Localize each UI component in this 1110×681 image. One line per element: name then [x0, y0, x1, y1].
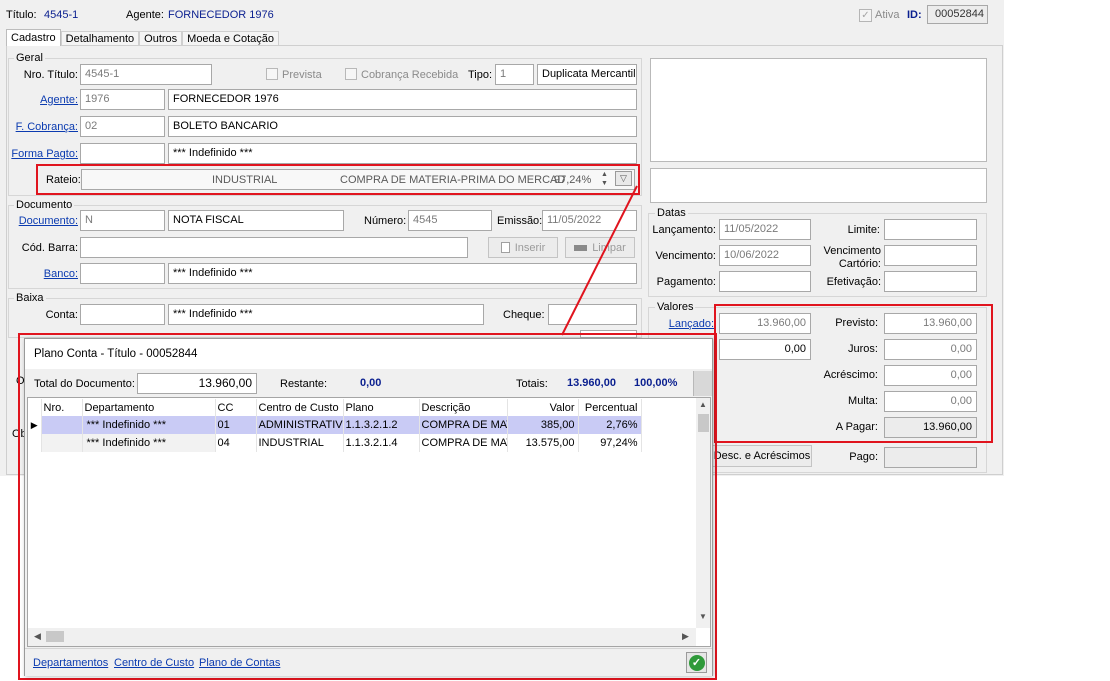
totais-label: Totais:	[516, 378, 548, 390]
col-centro-custo[interactable]: Centro de Custo	[256, 399, 344, 416]
table-row[interactable]: ▶ *** Indefinido *** 01 ADMINISTRATIVO 1…	[28, 416, 642, 434]
col-valor[interactable]: Valor	[507, 399, 579, 416]
scroll-left-icon[interactable]: ◀	[34, 631, 41, 642]
totais-value: 13.960,00	[567, 377, 616, 389]
horizontal-scrollbar[interactable]: ◀ ▶	[28, 628, 696, 646]
scroll-right-icon[interactable]: ▶	[682, 631, 689, 642]
col-departamento[interactable]: Departamento	[82, 399, 216, 416]
total-documento-label: Total do Documento:	[34, 378, 135, 390]
scroll-down-icon[interactable]: ▼	[699, 612, 707, 621]
col-descricao[interactable]: Descrição	[419, 399, 508, 416]
plano-conta-dialog: Plano Conta - Título - 00052844 Total do…	[24, 338, 713, 676]
dialog-title: Plano Conta - Título - 00052844	[34, 348, 198, 360]
col-cc[interactable]: CC	[215, 399, 257, 416]
departamentos-link[interactable]: Departamentos	[33, 657, 108, 669]
panel-edge-button[interactable]	[693, 371, 712, 396]
rateio-table: Nro. Departamento CC Centro de Custo Pla…	[28, 399, 642, 452]
restante-label: Restante:	[280, 378, 328, 390]
col-percentual[interactable]: Percentual	[578, 399, 642, 416]
table-header-row: Nro. Departamento CC Centro de Custo Pla…	[28, 399, 642, 416]
scroll-thumb[interactable]	[698, 414, 709, 432]
vertical-scrollbar[interactable]: ▲ ▼	[696, 398, 710, 628]
restante-value: 0,00	[360, 377, 382, 389]
table-row[interactable]: *** Indefinido *** 04 INDUSTRIAL 1.1.3.2…	[28, 434, 642, 452]
scroll-up-icon[interactable]: ▲	[699, 400, 707, 409]
col-plano[interactable]: Plano	[343, 399, 420, 416]
col-nro[interactable]: Nro.	[41, 399, 83, 416]
dialog-footer: Departamentos Centro de Custo Plano de C…	[25, 648, 712, 676]
tab-cadastro[interactable]: Cadastro	[6, 29, 61, 46]
totais-pct: 100,00%	[634, 377, 678, 389]
hscroll-thumb[interactable]	[46, 631, 64, 642]
row-pointer-icon: ▶	[28, 416, 42, 434]
plano-contas-link[interactable]: Plano de Contas	[199, 657, 280, 669]
rateio-grid: Nro. Departamento CC Centro de Custo Pla…	[27, 397, 711, 647]
centro-custo-link[interactable]: Centro de Custo	[114, 657, 194, 669]
dialog-titlebar: Plano Conta - Título - 00052844	[25, 339, 712, 369]
checkmark-icon: ✓	[688, 654, 705, 671]
total-documento-field[interactable]: 13.960,00	[137, 373, 257, 394]
confirm-button[interactable]: ✓	[686, 652, 707, 673]
